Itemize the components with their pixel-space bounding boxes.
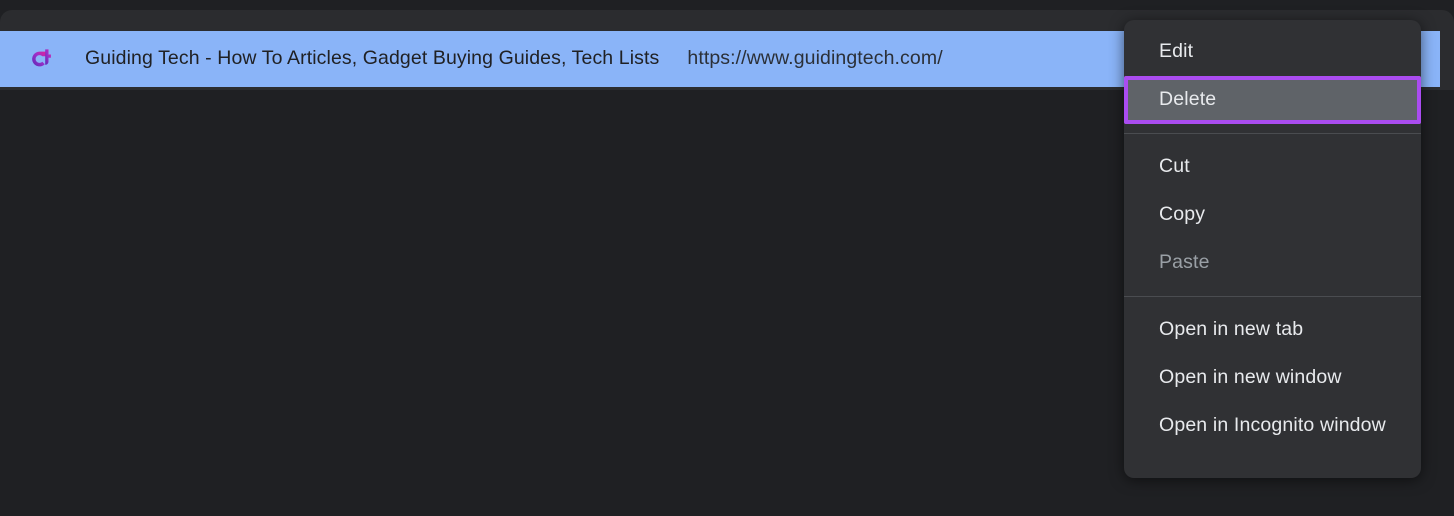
menu-separator-1 [1124,133,1421,134]
bookmark-url: https://www.guidingtech.com/ [687,47,943,70]
menu-item-open-in-new-window[interactable]: Open in new window [1124,354,1421,402]
menu-item-edit[interactable]: Edit [1124,28,1421,76]
bookmark-context-menu[interactable]: Edit Delete Cut Copy Paste Open in new t… [1124,20,1421,478]
menu-item-paste: Paste [1159,251,1210,274]
menu-item-copy[interactable]: Copy [1124,191,1421,239]
menu-item-cut[interactable]: Cut [1124,143,1421,191]
menu-item-open-in-new-tab[interactable]: Open in new tab [1124,306,1421,354]
guidingtech-gt-logo-icon [29,46,55,72]
menu-separator-2 [1124,296,1421,297]
menu-item-delete[interactable]: Delete [1124,76,1421,124]
window-top-strip [0,0,1454,10]
menu-item-open-in-incognito-window[interactable]: Open in Incognito window [1124,402,1421,450]
bookmark-title: Guiding Tech - How To Articles, Gadget B… [85,47,660,70]
